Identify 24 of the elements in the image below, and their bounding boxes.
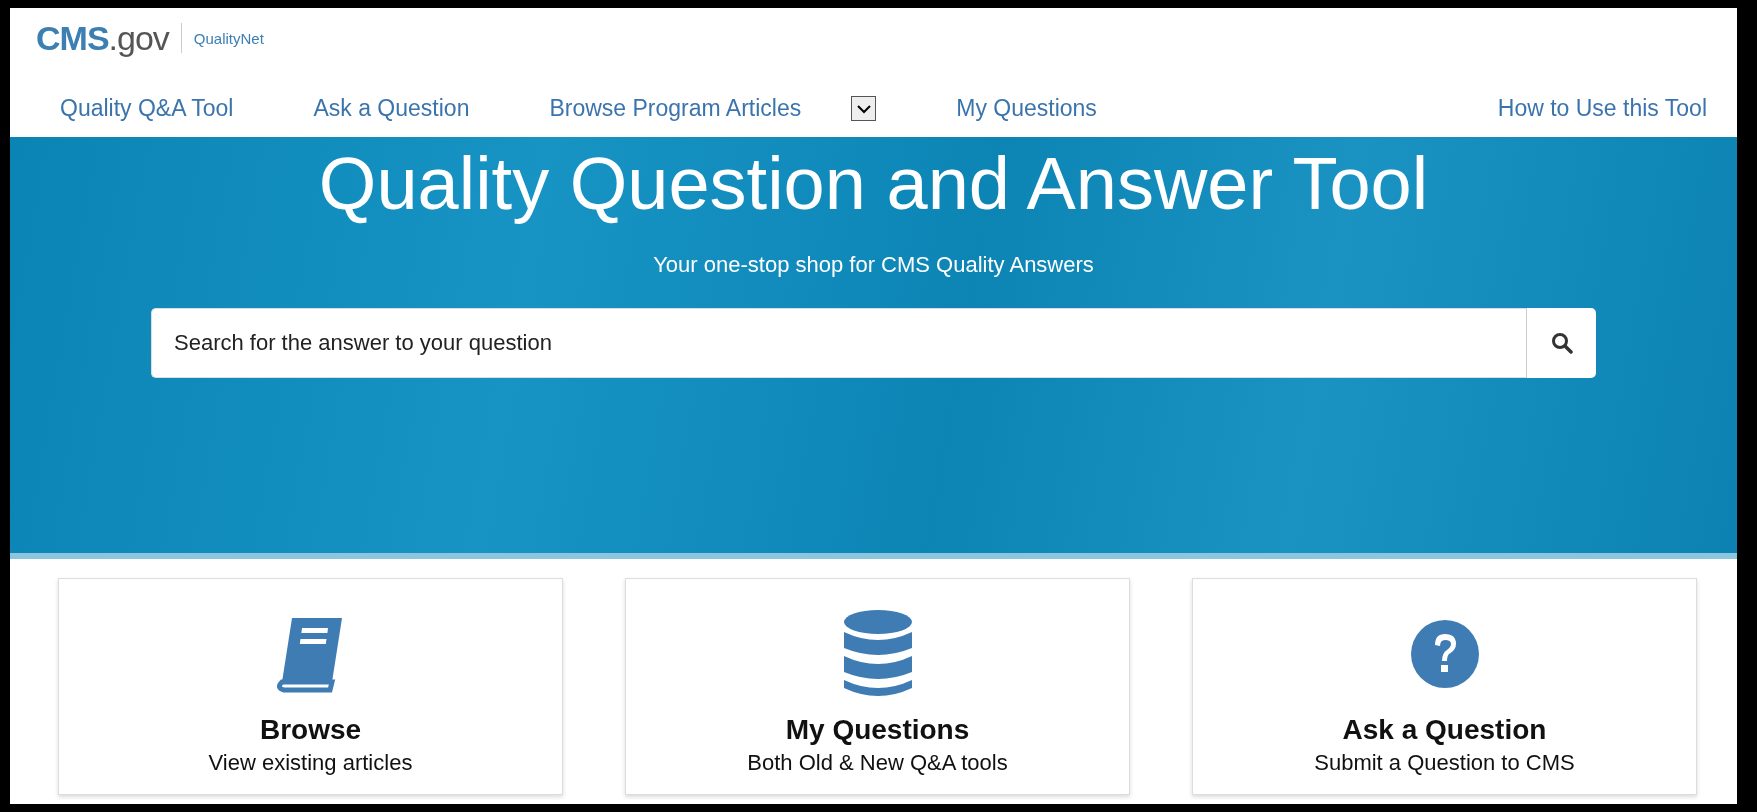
search-field[interactable]: Search for the answer to your question xyxy=(151,308,1526,378)
nav-link[interactable]: Ask a Question xyxy=(313,95,470,122)
feature-card[interactable]: My Questions Both Old & New Q&A tools xyxy=(625,578,1130,795)
card-description: Both Old & New Q&A tools xyxy=(747,750,1008,776)
site-name[interactable]: QualityNet xyxy=(193,29,264,47)
card-title: My Questions xyxy=(785,714,970,746)
card-title: Ask a Question xyxy=(1342,714,1547,746)
card-description: View existing articles xyxy=(208,750,413,776)
nav-link[interactable]: Browse Program Articles xyxy=(549,95,802,122)
cms-logo[interactable]: CMS.gov xyxy=(36,18,169,58)
card-description: Submit a Question to CMS xyxy=(1314,750,1575,776)
nav-link[interactable]: Quality Q&A Tool xyxy=(60,95,234,122)
chevron-down-icon xyxy=(856,103,871,114)
search-icon xyxy=(1550,332,1573,354)
feature-card[interactable]: Ask a Question Submit a Question to CMS xyxy=(1192,578,1697,795)
nav-link[interactable]: My Questions xyxy=(956,95,1097,122)
dropdown-toggle[interactable] xyxy=(851,96,877,121)
page-title: Quality Question and Answer Tool xyxy=(318,141,1429,226)
card-title: Browse xyxy=(259,714,362,746)
nav-link[interactable]: How to Use this Tool xyxy=(1497,95,1707,122)
help-icon xyxy=(1409,619,1480,689)
page-subtitle: Your one-stop shop for CMS Quality Answers xyxy=(653,252,1094,278)
feature-card[interactable]: Browse View existing articles xyxy=(58,578,563,795)
search-button[interactable] xyxy=(1526,308,1596,378)
